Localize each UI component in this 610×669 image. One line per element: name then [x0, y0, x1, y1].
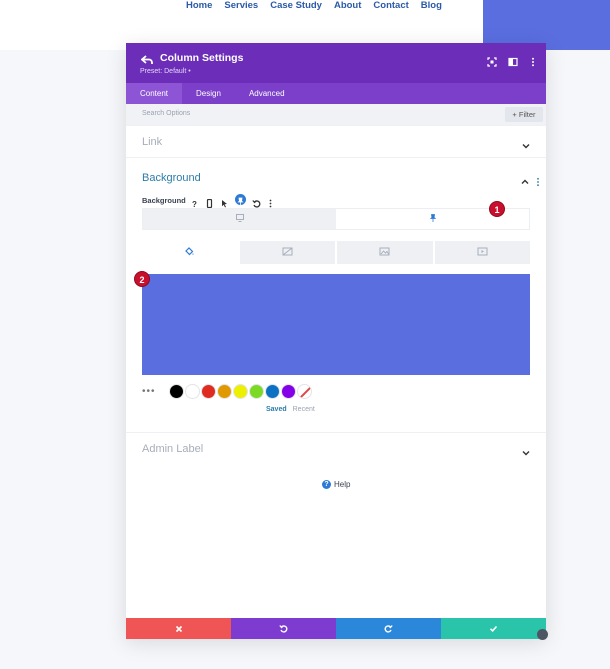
help-label: Help — [334, 480, 351, 489]
swatch-red[interactable] — [201, 383, 216, 399]
recent-colors-tab[interactable]: Recent — [293, 406, 315, 413]
tab-background-gradient[interactable] — [239, 241, 335, 264]
settings-tabs: Content Design Advanced — [126, 83, 546, 104]
nav-link-blog[interactable]: Blog — [421, 0, 442, 14]
gradient-icon — [282, 244, 293, 262]
swatch-clear[interactable] — [297, 383, 312, 399]
column-settings-modal: Column Settings Preset: Default • Conten… — [126, 43, 546, 639]
swatch-white[interactable] — [185, 383, 200, 399]
video-icon — [477, 244, 488, 262]
swatch-yellow[interactable] — [233, 383, 248, 399]
nav-link-services[interactable]: Servies — [224, 0, 258, 14]
chevron-up-icon[interactable] — [520, 174, 530, 184]
section-title-background[interactable]: Background — [142, 172, 201, 184]
chevron-down-icon[interactable] — [521, 445, 531, 456]
help-icon: ? — [322, 480, 331, 489]
split-view-icon[interactable] — [508, 54, 518, 67]
filter-button[interactable]: + Filter — [505, 107, 543, 122]
swatch-purple[interactable] — [281, 383, 296, 399]
pin-icon[interactable] — [235, 194, 246, 205]
nav-link-home[interactable]: Home — [186, 0, 212, 14]
phone-icon[interactable] — [205, 195, 214, 209]
save-button[interactable] — [441, 618, 546, 639]
close-icon — [175, 620, 183, 638]
swatch-blue[interactable] — [265, 383, 280, 399]
tab-content[interactable]: Content — [126, 83, 183, 104]
paint-bucket-icon — [184, 244, 195, 262]
color-swatches: ••• — [142, 383, 312, 399]
swatch-orange[interactable] — [217, 383, 232, 399]
more-vertical-icon[interactable] — [528, 54, 538, 67]
background-type-tabs — [142, 241, 530, 264]
section-title-link: Link — [142, 136, 163, 148]
desktop-icon — [235, 210, 245, 228]
undo-button[interactable] — [231, 618, 336, 639]
more-vertical-icon[interactable] — [533, 174, 543, 187]
modal-title: Column Settings — [160, 52, 244, 64]
tab-default-state[interactable] — [143, 209, 336, 229]
tab-advanced[interactable]: Advanced — [235, 83, 299, 104]
fullscreen-icon[interactable] — [487, 54, 497, 67]
swatch-green[interactable] — [249, 383, 264, 399]
redo-icon — [384, 620, 393, 638]
pin-icon — [428, 210, 438, 228]
tab-background-image[interactable] — [337, 241, 433, 264]
step-badge-2: 2 — [134, 271, 150, 287]
undo-icon — [279, 620, 288, 638]
undo-icon[interactable] — [252, 195, 261, 208]
tab-design[interactable]: Design — [182, 83, 235, 104]
back-arrow-icon[interactable] — [140, 53, 153, 65]
nav-link-case-study[interactable]: Case Study — [270, 0, 322, 14]
svg-text:?: ? — [192, 200, 197, 208]
saved-colors-tab[interactable]: Saved — [266, 406, 287, 413]
resize-handle[interactable] — [537, 629, 548, 640]
image-icon — [379, 244, 390, 262]
state-tabs — [142, 208, 530, 230]
chevron-down-icon[interactable] — [521, 138, 531, 149]
site-navigation: Home Servies Case Study About Contact Bl… — [186, 0, 442, 14]
nav-link-about[interactable]: About — [334, 0, 361, 14]
section-title-admin-label: Admin Label — [142, 443, 204, 455]
modal-header: Column Settings Preset: Default • — [126, 43, 546, 83]
nav-link-contact[interactable]: Contact — [373, 0, 408, 14]
swatch-more-button[interactable]: ••• — [142, 386, 168, 397]
swatch-black[interactable] — [169, 383, 184, 399]
modal-footer — [126, 618, 546, 639]
search-options-bar: Search Options + Filter — [126, 104, 546, 125]
preset-selector[interactable]: Preset: Default • — [140, 68, 191, 75]
admin-label-section[interactable]: Admin Label — [126, 432, 546, 465]
background-option-label: Background — [142, 196, 186, 205]
swatch-tabs: Saved Recent — [266, 406, 315, 413]
background-color-preview[interactable] — [142, 274, 530, 375]
redo-button[interactable] — [336, 618, 441, 639]
help-link[interactable]: ? Help — [322, 480, 350, 489]
more-vertical-icon[interactable] — [266, 195, 275, 208]
step-badge-1: 1 — [489, 201, 505, 217]
search-options-input[interactable]: Search Options — [142, 110, 190, 117]
cancel-button[interactable] — [126, 618, 231, 639]
pointer-icon[interactable] — [220, 195, 229, 208]
check-icon — [489, 620, 498, 638]
help-icon[interactable]: ? — [190, 195, 199, 209]
tab-background-video[interactable] — [434, 241, 530, 264]
tab-background-color[interactable] — [142, 241, 238, 264]
link-section[interactable]: Link — [126, 125, 546, 157]
